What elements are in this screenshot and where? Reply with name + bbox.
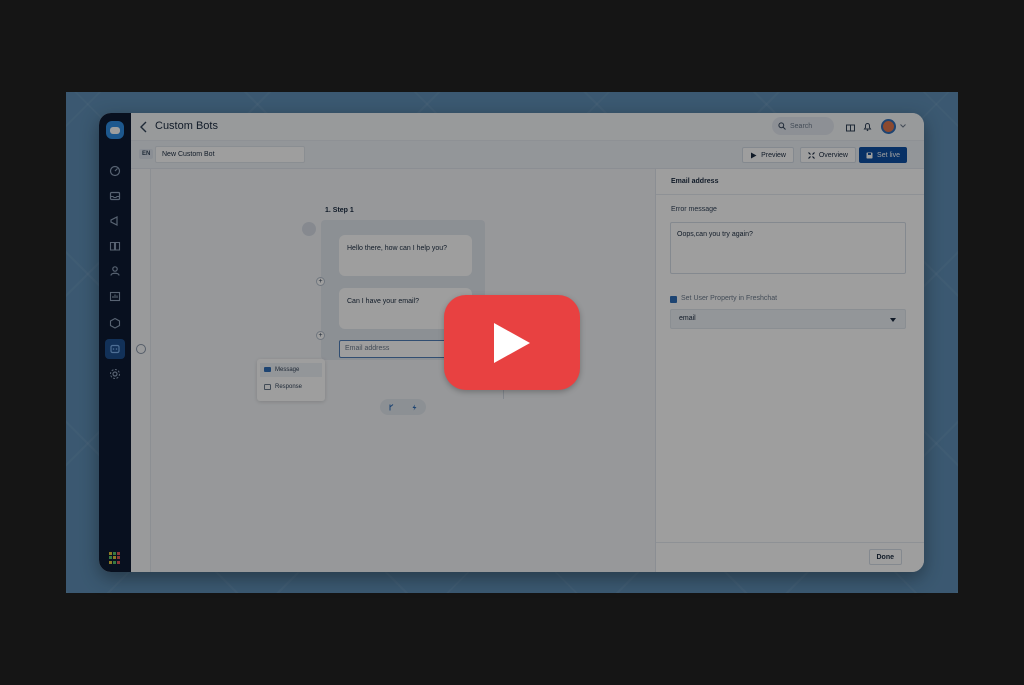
preview-label: Preview [761, 151, 786, 159]
search-placeholder: Search [790, 122, 813, 130]
reports-icon[interactable] [105, 287, 125, 307]
error-message-textarea[interactable]: Oops,can you try again? [670, 222, 906, 274]
expand-icon [807, 151, 815, 159]
caret-down-icon [890, 318, 896, 322]
panel-title: Email address [671, 178, 719, 185]
lightning-icon[interactable] [411, 404, 418, 411]
overview-button[interactable]: Overview [799, 147, 856, 163]
node-actions [380, 399, 426, 415]
gift-icon[interactable] [845, 121, 856, 132]
back-arrow-icon[interactable] [139, 121, 149, 133]
done-button[interactable]: Done [868, 549, 902, 565]
campaigns-icon[interactable] [105, 211, 125, 231]
response-icon [264, 384, 271, 390]
set-live-button[interactable]: Set live [859, 147, 907, 163]
preview-button[interactable]: Preview [742, 147, 794, 163]
menu-item-response-label: Response [275, 384, 303, 390]
email-address-input-node[interactable]: Email address [339, 340, 449, 358]
bots-icon[interactable] [105, 339, 125, 359]
apps-box-icon[interactable] [105, 313, 125, 333]
properties-panel: Email address Error message Oops,can you… [656, 169, 924, 572]
dashboard-icon[interactable] [105, 161, 125, 181]
add-node-button[interactable]: + [316, 277, 325, 286]
user-property-select[interactable]: email [670, 309, 906, 329]
overview-label: Overview [818, 151, 848, 159]
error-message-label: Error message [671, 206, 717, 213]
play-small-icon [751, 152, 757, 158]
menu-item-message[interactable]: Message [260, 363, 322, 377]
save-icon [866, 152, 873, 158]
contacts-icon[interactable] [105, 261, 125, 281]
freshchat-logo-icon[interactable] [106, 121, 124, 139]
bell-icon[interactable] [862, 121, 873, 132]
bot-toolbar: EN New Custom Bot Preview Overview Set l… [131, 141, 924, 169]
add-node-menu: Message Response [257, 359, 325, 401]
knowledge-base-icon[interactable] [105, 236, 125, 256]
top-bar: Custom Bots Search [131, 113, 924, 141]
inbox-icon[interactable] [105, 186, 125, 206]
panel-footer: Done [656, 542, 924, 572]
step-title: 1. Step 1 [325, 207, 354, 214]
search-input[interactable]: Search [772, 117, 834, 135]
menu-item-message-label: Message [275, 367, 300, 373]
set-user-property-label: Set User Property in Freshchat [681, 295, 778, 302]
set-live-label: Set live [877, 151, 900, 159]
user-property-value: email [679, 315, 696, 322]
chevron-down-icon[interactable] [900, 124, 906, 128]
left-nav-rail [99, 113, 131, 572]
canvas-gutter [131, 169, 151, 572]
divider [656, 194, 924, 195]
add-node-button[interactable]: + [316, 331, 325, 340]
page-title: Custom Bots [155, 120, 218, 132]
language-badge[interactable]: EN [139, 149, 154, 159]
user-avatar[interactable] [881, 119, 896, 134]
collapse-arrow-icon[interactable] [136, 344, 146, 354]
app-grid-icon[interactable] [109, 552, 121, 564]
menu-item-response[interactable]: Response [260, 380, 322, 394]
settings-icon[interactable] [105, 364, 125, 384]
branch-icon[interactable] [388, 403, 395, 411]
play-button[interactable] [444, 295, 580, 390]
bot-message-1[interactable]: Hello there, how can I help you? [339, 235, 472, 276]
bot-avatar-icon [302, 222, 316, 236]
set-user-property-checkbox[interactable] [670, 296, 677, 303]
bot-name-field[interactable]: New Custom Bot [155, 146, 305, 163]
search-icon [778, 122, 786, 130]
play-icon [494, 322, 530, 363]
message-icon [264, 367, 271, 372]
